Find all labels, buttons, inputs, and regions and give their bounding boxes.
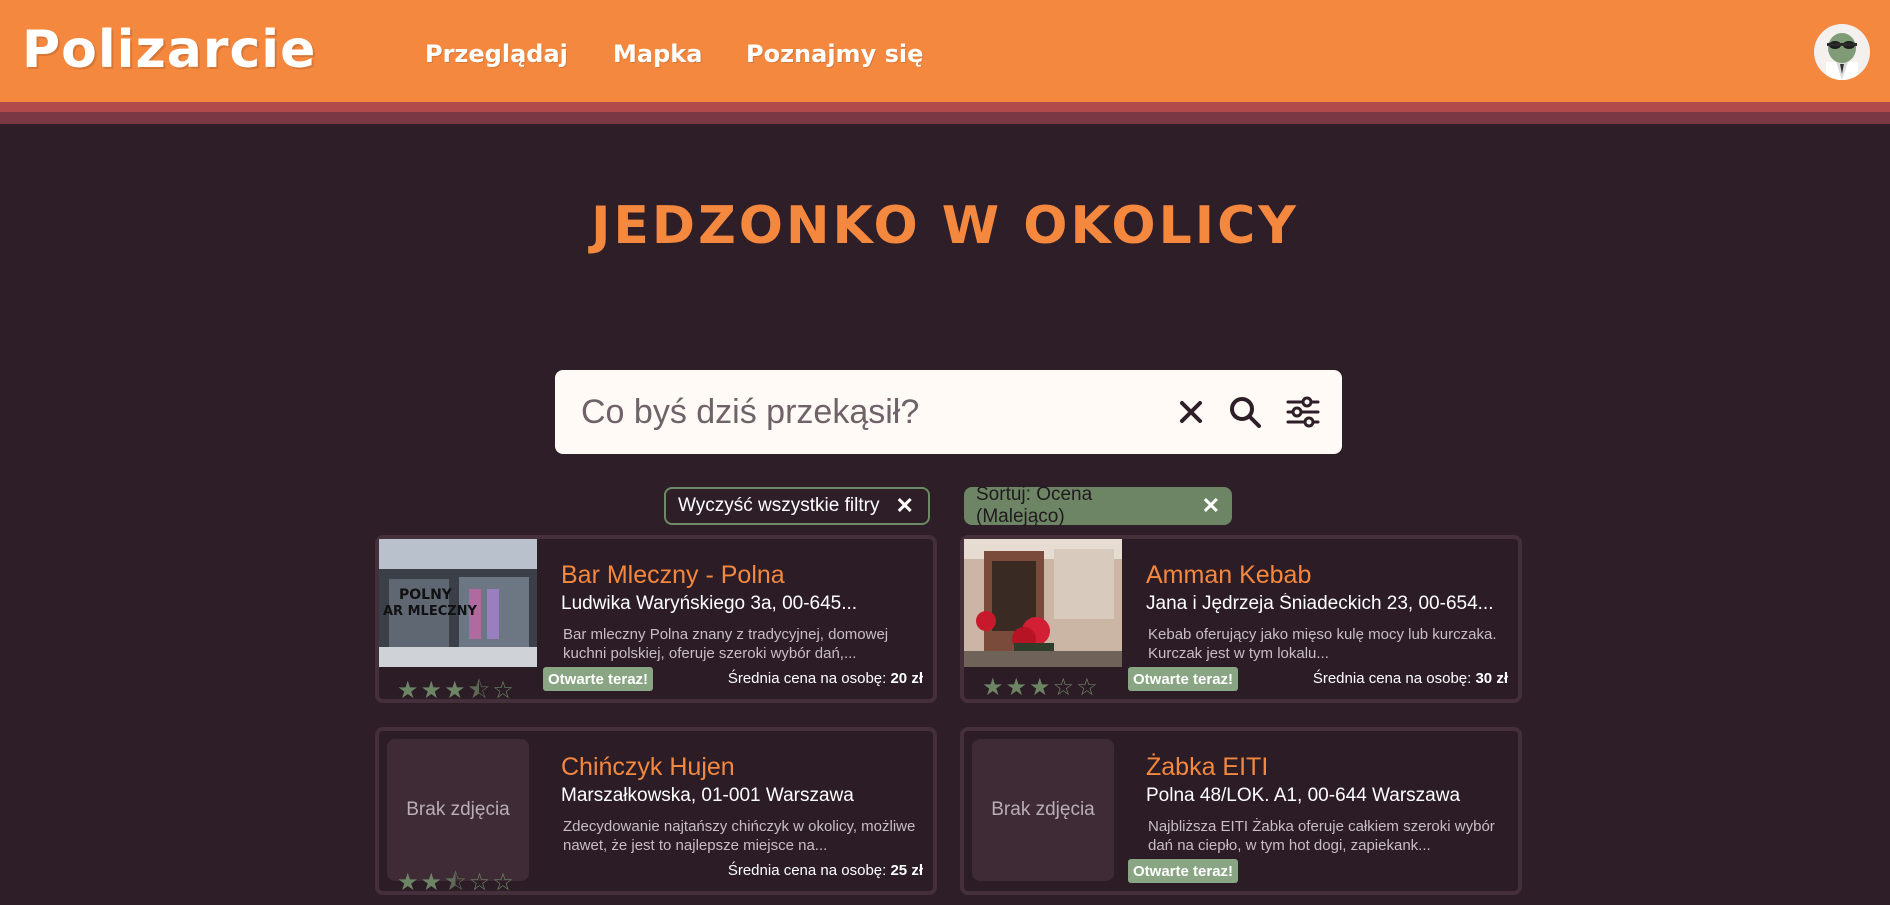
nav-about-link[interactable]: Poznajmy się	[746, 40, 923, 68]
nav-map-link[interactable]: Mapka	[613, 40, 702, 68]
open-now-badge: Otwarte teraz!	[1128, 859, 1239, 883]
svg-text:POLNY: POLNY	[399, 587, 453, 603]
place-address: Marszałkowska, 01-001 Warszawa	[561, 785, 854, 806]
header-stripe-dark	[0, 112, 1890, 124]
open-now-badge: Otwarte teraz!	[1128, 667, 1239, 691]
filters-icon[interactable]	[1285, 394, 1321, 430]
rating-stars: ★★⯪☆☆	[397, 868, 516, 896]
rating-stars: ★★★⯪☆	[397, 676, 516, 704]
search-bar	[555, 370, 1342, 454]
search-input[interactable]	[581, 384, 1141, 440]
clear-search-icon[interactable]	[1173, 394, 1209, 430]
place-description: Zdecydowanie najtańszy chińczyk w okolic…	[563, 818, 916, 854]
place-description: Najbliższa EITI Żabka oferuje całkiem sz…	[1148, 818, 1495, 854]
rating-stars: ★★★☆☆	[982, 673, 1100, 701]
alien-avatar-icon	[1826, 33, 1858, 80]
place-photo: POLNY AR MLECZNY	[379, 539, 537, 667]
place-card[interactable]: Brak zdjęcia ★★⯪☆☆ Chińczyk Hujen Marsza…	[375, 727, 937, 896]
app-logo[interactable]: Polizarcie	[22, 20, 316, 80]
place-address: Polna 48/LOK. A1, 00-644 Warszawa	[1146, 785, 1461, 806]
average-price: Średnia cena na osobę: 30 zł	[1312, 670, 1508, 687]
place-name[interactable]: Żabka EITI	[1146, 753, 1268, 782]
header-stripe-red	[0, 102, 1890, 112]
place-card[interactable]: POLNY AR MLECZNY ★★★⯪☆ Bar Mleczny - Pol…	[375, 535, 937, 704]
place-card[interactable]: Brak zdjęcia Żabka EITI Polna 48/LOK. A1…	[960, 727, 1522, 895]
average-price: Średnia cena na osobę: 25 zł	[727, 862, 923, 879]
average-price: Średnia cena na osobę: 20 zł	[727, 670, 923, 687]
no-photo-placeholder: Brak zdjęcia	[387, 739, 529, 881]
search-icon[interactable]	[1227, 394, 1263, 430]
place-name[interactable]: Chińczyk Hujen	[561, 753, 735, 782]
place-address: Jana i Jędrzeja Śniadeckich 23, 00-654..…	[1146, 593, 1494, 614]
open-now-badge: Otwarte teraz!	[543, 667, 654, 691]
place-description: Bar mleczny Polna znany z tradycyjnej, d…	[563, 626, 889, 662]
no-photo-placeholder: Brak zdjęcia	[972, 739, 1114, 881]
close-icon[interactable]: ✕	[895, 493, 913, 519]
sort-label: Sortuj: Ocena (Malejąco)	[976, 484, 1093, 527]
close-icon[interactable]: ✕	[1202, 493, 1220, 519]
clear-filters-chip[interactable]: Wyczyść wszystkie filtry ✕	[664, 487, 930, 525]
place-name[interactable]: Amman Kebab	[1146, 561, 1311, 590]
nav-browse-link[interactable]: Przeglądaj	[425, 40, 568, 68]
svg-text:AR MLECZNY: AR MLECZNY	[383, 604, 478, 619]
place-name[interactable]: Bar Mleczny - Polna	[561, 561, 785, 590]
sort-chip[interactable]: Sortuj: Ocena (Malejąco) ✕	[964, 484, 1232, 527]
place-card[interactable]: ★★★☆☆ Amman Kebab Jana i Jędrzeja Śniade…	[960, 535, 1522, 703]
clear-filters-label: Wyczyść wszystkie filtry	[678, 495, 880, 516]
user-avatar[interactable]	[1814, 24, 1870, 80]
page-title: JEDZONKO W OKOLICY	[591, 196, 1299, 256]
place-photo	[964, 539, 1122, 667]
top-navbar: Polizarcie Przeglądaj Mapka Poznajmy się	[0, 0, 1890, 102]
place-description: Kebab oferujący jako mięso kulę mocy lub…	[1148, 626, 1497, 662]
place-address: Ludwika Waryńskiego 3a, 00-645...	[561, 593, 858, 614]
